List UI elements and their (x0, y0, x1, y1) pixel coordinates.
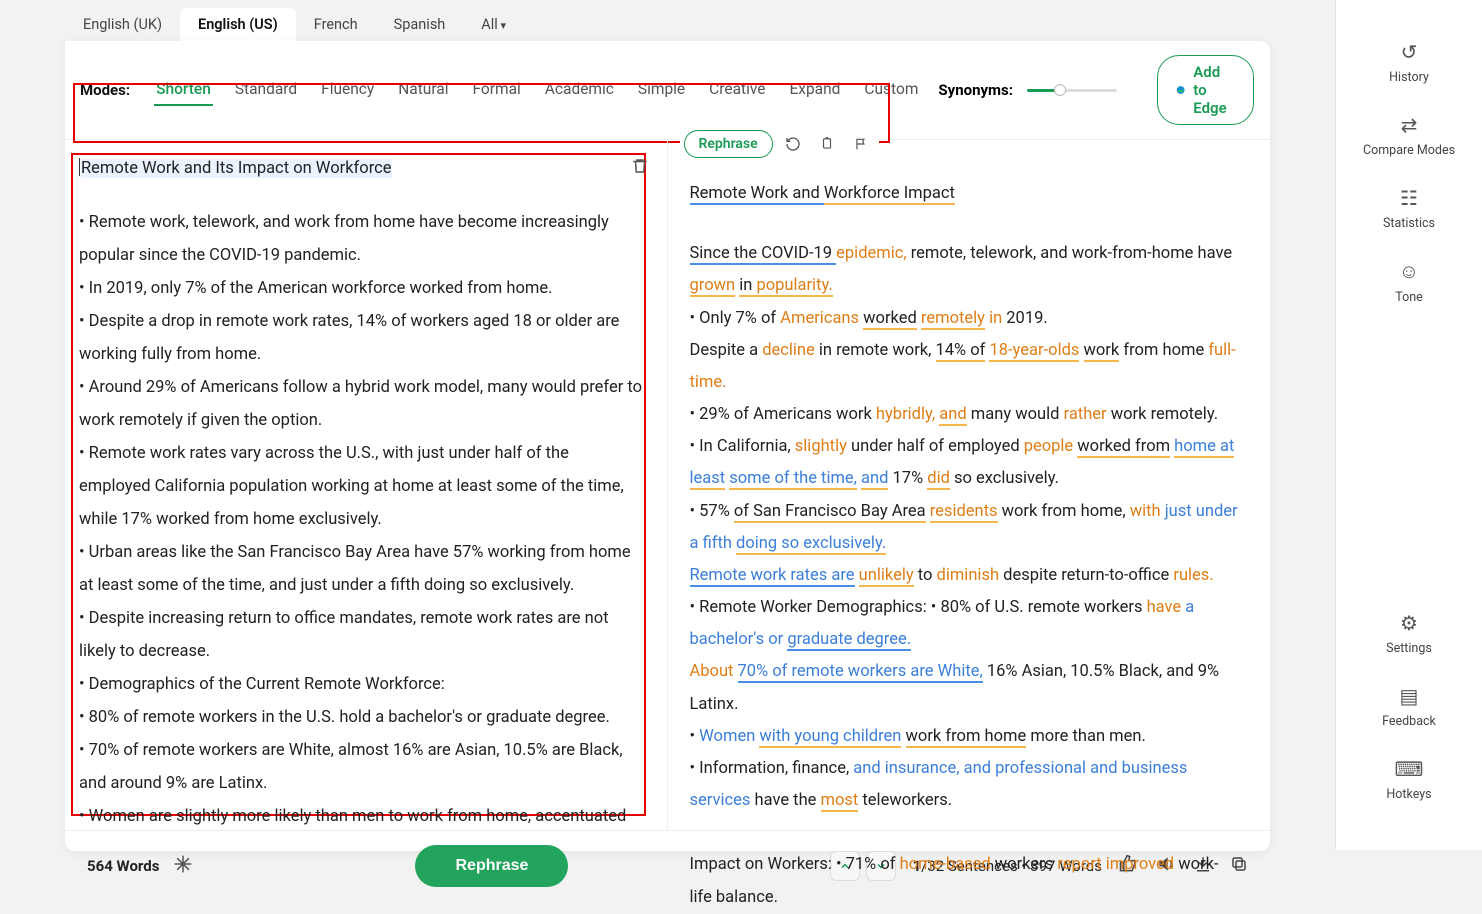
undo-icon[interactable] (779, 130, 807, 158)
modes-row: Modes: Shorten Standard Fluency Natural Form… (65, 41, 1270, 140)
right-rail: ↺History ⇄Compare Modes ☷Statistics ☺Tone ⚙… (1335, 0, 1482, 850)
input-text-area[interactable]: Remote Work and Its Impact on Workforce … (79, 158, 643, 833)
main-card: Modes: Shorten Standard Fluency Natural Form… (65, 41, 1270, 851)
tone-icon: ☺ (1399, 259, 1419, 284)
settings-icon: ⚙ (1400, 611, 1418, 635)
synonyms-label: Synonyms: (938, 81, 1013, 99)
rail-settings[interactable]: ⚙Settings (1382, 611, 1436, 656)
rephrase-panel: Rephrase (680, 128, 879, 160)
hotkeys-icon: ⌨ (1395, 757, 1424, 781)
history-icon: ↺ (1401, 40, 1418, 64)
rail-compare-modes[interactable]: ⇄Compare Modes (1363, 113, 1455, 158)
lang-tab-spanish[interactable]: Spanish (376, 8, 464, 41)
freeze-icon[interactable] (173, 854, 193, 878)
feedback-icon: ▤ (1400, 684, 1419, 708)
rail-statistics[interactable]: ☷Statistics (1363, 186, 1455, 231)
edge-icon (1176, 81, 1185, 99)
input-column: Remote Work and Its Impact on Workforce … (65, 140, 668, 830)
mode-natural[interactable]: Natural (396, 74, 450, 106)
mode-simple[interactable]: Simple (636, 74, 687, 106)
flag-icon[interactable] (847, 130, 875, 158)
compare-modes-icon: ⇄ (1401, 113, 1418, 137)
lang-tab-french[interactable]: French (296, 8, 376, 41)
statistics-icon: ☷ (1400, 186, 1418, 210)
input-word-count: 564 Words (87, 857, 159, 875)
lang-tab-english-uk-[interactable]: English (UK) (65, 8, 180, 41)
trash-icon[interactable] (631, 156, 649, 180)
output-title: Remote Work and Workforce Impact (690, 178, 1241, 210)
output-body: Since the COVID-19 epidemic, remote, tel… (690, 238, 1241, 914)
rail-tone[interactable]: ☺Tone (1363, 259, 1455, 305)
rail-feedback[interactable]: ▤Feedback (1382, 684, 1436, 729)
rephrase-pill-button[interactable]: Rephrase (684, 130, 773, 158)
synonyms-control: Synonyms: (938, 81, 1117, 99)
mode-expand[interactable]: Expand (787, 74, 842, 106)
input-body: • Remote work, telework, and work from h… (79, 206, 643, 833)
mode-shorten[interactable]: Shorten (154, 74, 213, 106)
rephrase-button[interactable]: Rephrase (415, 845, 568, 887)
synonyms-slider[interactable] (1027, 89, 1117, 92)
add-to-edge-button[interactable]: Add to Edge (1157, 55, 1254, 125)
lang-tab-english-us-[interactable]: English (US) (180, 8, 296, 41)
mode-custom[interactable]: Custom (862, 74, 920, 106)
mode-academic[interactable]: Academic (543, 74, 616, 106)
rail-hotkeys[interactable]: ⌨Hotkeys (1382, 757, 1436, 802)
input-title: Remote Work and Its Impact on Workforce (81, 159, 392, 178)
mode-creative[interactable]: Creative (707, 74, 767, 106)
mode-standard[interactable]: Standard (233, 74, 299, 106)
modes-label: Modes: (80, 81, 130, 99)
mode-fluency[interactable]: Fluency (319, 74, 376, 106)
language-tabs: English (UK)English (US)FrenchSpanishAll… (0, 0, 1335, 41)
rail-history[interactable]: ↺History (1363, 40, 1455, 85)
output-column: Rephrase Remote Work and Workforce Impac… (668, 140, 1271, 830)
add-to-edge-label: Add to Edge (1193, 63, 1235, 117)
copy-icon[interactable] (813, 130, 841, 158)
lang-tab-all[interactable]: All ▾ (463, 8, 524, 41)
mode-formal[interactable]: Formal (471, 74, 523, 106)
